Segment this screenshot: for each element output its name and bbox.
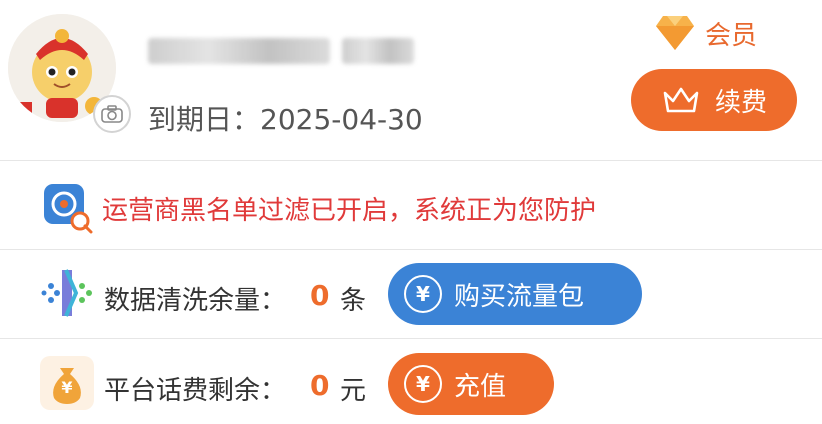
yen-icon: ¥	[404, 365, 442, 403]
recharge-button[interactable]: ¥ 充值	[388, 353, 554, 415]
blacklist-filter-notice: 运营商黑名单过滤已开启，系统正为您防护	[102, 196, 597, 226]
divider	[0, 338, 822, 339]
buy-traffic-package-button[interactable]: ¥ 购买流量包	[388, 263, 642, 325]
balance-label: 平台话费剩余：	[104, 376, 287, 406]
balance-unit: 元	[340, 376, 367, 406]
balance-value: 0	[310, 369, 330, 402]
renew-label: 续费	[714, 87, 767, 118]
buy-traffic-package-label: 购买流量包	[454, 281, 585, 312]
data-cleaning-value: 0	[310, 279, 330, 312]
member-badge: 会员	[655, 14, 757, 52]
money-bag-icon: ¥	[40, 356, 94, 410]
filter-shield-icon	[40, 180, 94, 234]
data-cleaning-icon	[40, 266, 94, 320]
diamond-icon	[656, 16, 694, 50]
recharge-label: 充值	[454, 371, 507, 402]
expiry-label: 到期日：	[148, 103, 261, 136]
divider	[0, 249, 822, 250]
member-label: 会员	[705, 20, 758, 51]
divider	[0, 160, 822, 161]
yen-icon: ¥	[404, 275, 442, 313]
camera-icon[interactable]	[93, 95, 131, 133]
expiry-date: 2025-04-30	[260, 103, 423, 136]
money-bag-glyph: ¥	[61, 378, 73, 397]
data-cleaning-unit: 条	[340, 286, 367, 316]
expiry-date-row: 到期日：2025-04-30	[148, 98, 423, 138]
data-cleaning-label: 数据清洗余量：	[104, 286, 287, 316]
renew-button[interactable]: 续费	[631, 69, 797, 131]
username-blurred	[148, 28, 428, 72]
crown-icon	[663, 87, 699, 113]
